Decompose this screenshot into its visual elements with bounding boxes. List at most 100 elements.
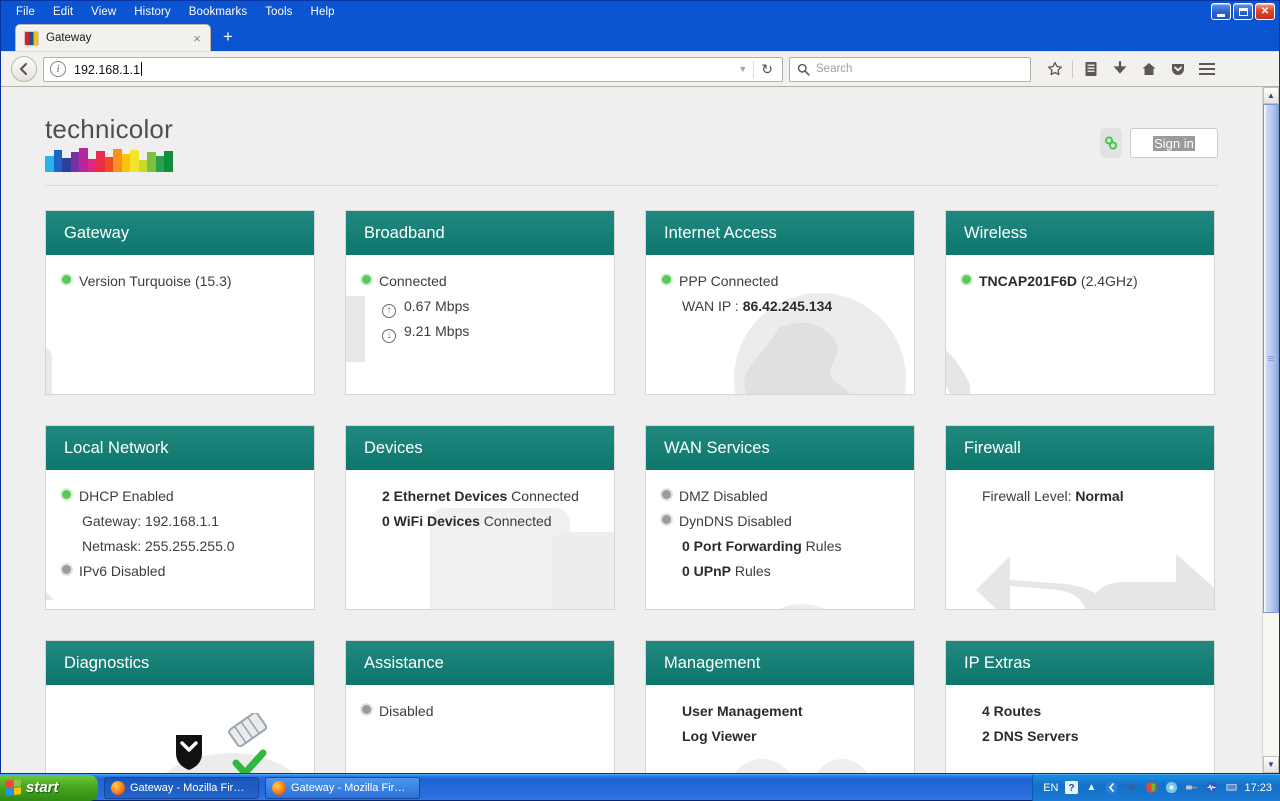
minimize-button[interactable] [1211, 3, 1231, 20]
card-header: Devices [346, 426, 614, 470]
card-management[interactable]: Management User ManagementLog Viewer [645, 640, 915, 773]
back-button[interactable] [11, 56, 37, 82]
page-info-icon[interactable]: i [50, 61, 66, 77]
menu-item-history[interactable]: History [125, 4, 179, 20]
card-row-text: 2 Ethernet Devices Connected [382, 484, 579, 509]
card-wireless[interactable]: Wireless TNCAP201F6D (2.4GHz) [945, 210, 1215, 395]
logo-bar [113, 149, 122, 172]
menu-item-view[interactable]: View [82, 4, 125, 20]
url-text[interactable]: 192.168.1.1 [66, 62, 732, 77]
sign-in-button[interactable]: Sign in [1130, 128, 1218, 158]
menu-item-tools[interactable]: Tools [256, 4, 301, 20]
show-hidden-icon[interactable]: ▲ [1084, 781, 1098, 795]
restore-button[interactable] [1233, 3, 1253, 20]
card-body: DMZ DisabledDynDNS Disabled0 Port Forwar… [646, 470, 914, 610]
menu-item-file[interactable]: File [7, 4, 44, 20]
address-bar[interactable]: i 192.168.1.1 ▼ ↻ [43, 57, 783, 82]
volume-icon[interactable] [1124, 781, 1138, 795]
menu-item-help[interactable]: Help [302, 4, 344, 20]
tab-gateway[interactable]: Gateway × [15, 24, 211, 51]
card-internet-access[interactable]: Internet Access PPP ConnectedWAN IP : 86… [645, 210, 915, 395]
card-gateway[interactable]: Gateway Version Turquoise (15.3) [45, 210, 315, 395]
scroll-up-button[interactable]: ▲ [1263, 87, 1279, 104]
card-diagnostics[interactable]: Diagnostics [45, 640, 315, 773]
card-row: 0 Port Forwarding Rules [662, 534, 898, 559]
network-icon[interactable] [1104, 781, 1118, 795]
card-row-label: Firewall Level: [982, 488, 1075, 504]
card-row: 4 Routes [962, 699, 1198, 724]
pocket-icon[interactable] [1164, 56, 1191, 83]
card-firewall[interactable]: Firewall Firewall Level: Normal [945, 425, 1215, 610]
new-tab-button[interactable]: + [223, 27, 233, 47]
card-title: Diagnostics [64, 654, 149, 673]
card-broadband[interactable]: Broadband Connected↑0.67 Mbps↓9.21 Mbps [345, 210, 615, 395]
library-icon[interactable] [1077, 56, 1104, 83]
search-icon [797, 63, 810, 76]
menu-bar: File Edit View History Bookmarks Tools H… [1, 1, 1279, 23]
taskbar-item-firefox-1[interactable]: Gateway - Mozilla Fir… [104, 777, 259, 799]
card-row-value: TNCAP201F6D [979, 273, 1077, 289]
reload-icon[interactable]: ↻ [754, 61, 780, 78]
vertical-scrollbar[interactable]: ▲ ▼ [1262, 87, 1279, 773]
menu-item-edit[interactable]: Edit [44, 4, 82, 20]
logo-bar [96, 151, 105, 172]
card-row: ↓ 9.21 Mbps [362, 319, 598, 344]
scroll-thumb[interactable] [1263, 104, 1279, 613]
card-row-text: PPP Connected [679, 269, 778, 294]
clock[interactable]: 17:23 [1244, 782, 1272, 794]
card-rows: DMZ DisabledDynDNS Disabled0 Port Forwar… [662, 484, 898, 584]
link-chain-icon[interactable] [1100, 128, 1122, 158]
card-ip-extras[interactable]: IP Extras 4 Routes2 DNS Servers [945, 640, 1215, 773]
status-dot-green [362, 275, 371, 284]
brand-name: technicolor [45, 114, 173, 145]
tab-strip: Gateway × + [1, 23, 1279, 51]
media-icon[interactable] [1164, 781, 1178, 795]
tab-close-icon[interactable]: × [190, 31, 204, 46]
card-title: Internet Access [664, 224, 777, 243]
usb-icon[interactable] [1184, 781, 1198, 795]
download-arrow-icon: ↓ [382, 329, 396, 343]
card-local-network[interactable]: Local Network DHCP EnabledGateway: 192.1… [45, 425, 315, 610]
history-dropdown-icon[interactable]: ▼ [732, 64, 753, 74]
card-row-text: 0 UPnP Rules [682, 559, 771, 584]
card-row: Log Viewer [662, 724, 898, 749]
logo-bar [79, 148, 88, 172]
dashboard-grid: Gateway Version Turquoise (15.3) Broadban… [45, 210, 1218, 773]
card-row-value: 0 Port Forwarding [682, 538, 802, 554]
card-row-text: Gateway: 192.168.1.1 [82, 509, 219, 534]
card-row: DMZ Disabled [662, 484, 898, 509]
card-rows: User ManagementLog Viewer [662, 699, 898, 749]
menu-hamburger-icon[interactable] [1193, 56, 1220, 83]
start-button[interactable]: start [0, 775, 98, 801]
shield-icon[interactable] [1144, 781, 1158, 795]
card-devices[interactable]: Devices 2 Ethernet Devices Connected0 Wi… [345, 425, 615, 610]
logo-bar [71, 152, 80, 172]
taskbar-item-firefox-2[interactable]: Gateway - Mozilla Fir… [265, 777, 420, 799]
gateway-page: technicolor Sign in [1, 87, 1262, 773]
search-box[interactable]: Search [789, 57, 1031, 82]
downloads-icon[interactable] [1106, 56, 1133, 83]
card-row-label: 0.67 Mbps [404, 298, 469, 314]
logo-bar [156, 156, 165, 172]
menu-item-bookmarks[interactable]: Bookmarks [180, 4, 256, 20]
card-row: IPv6 Disabled [62, 559, 298, 584]
language-indicator[interactable]: EN [1043, 782, 1058, 794]
card-wan-services[interactable]: WAN Services DMZ DisabledDynDNS Disabled… [645, 425, 915, 610]
technicolor-logo: technicolor [45, 114, 173, 172]
card-assistance[interactable]: Assistance Disabled [345, 640, 615, 773]
display-icon[interactable] [1224, 781, 1238, 795]
logo-bar [122, 154, 131, 172]
upload-arrow-icon: ↑ [382, 304, 396, 318]
page-container: technicolor Sign in [1, 87, 1262, 773]
scroll-down-button[interactable]: ▼ [1263, 756, 1279, 773]
card-header: Broadband [346, 211, 614, 255]
close-button[interactable]: ✕ [1255, 3, 1275, 20]
bookmark-star-icon[interactable] [1041, 56, 1068, 83]
logo-bar [62, 158, 71, 172]
help-icon[interactable]: ? [1064, 781, 1078, 795]
audio-mixer-icon[interactable] [1204, 781, 1218, 795]
card-row-text: 9.21 Mbps [404, 319, 469, 344]
home-icon[interactable] [1135, 56, 1162, 83]
scroll-track[interactable] [1263, 104, 1279, 756]
card-header: IP Extras [946, 641, 1214, 685]
